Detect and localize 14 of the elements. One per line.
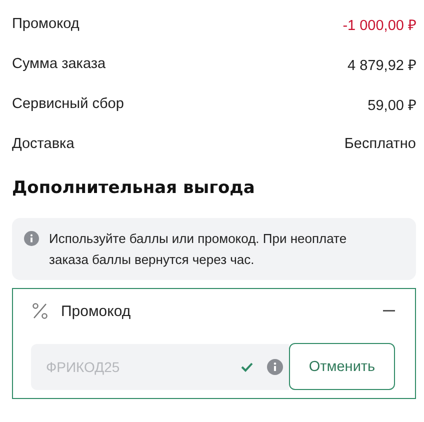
summary-label: Доставка xyxy=(12,136,74,152)
summary-label: Промокод xyxy=(12,16,80,32)
info-icon xyxy=(267,358,283,374)
summary-value: Бесплатно xyxy=(344,136,416,152)
summary-label: Сумма заказа xyxy=(12,56,106,72)
percent-icon xyxy=(31,302,49,320)
promo-title: Промокод xyxy=(61,302,132,320)
info-icon xyxy=(24,231,39,246)
summary-value: 59,00 ₽ xyxy=(368,97,416,114)
summary-label: Сервисный сбор xyxy=(12,96,124,112)
summary-value: -1 000,00 ₽ xyxy=(342,17,416,34)
notice-text: Используйте баллы или промокод. При неоплате заказа баллы вернутся через час. xyxy=(49,230,348,269)
summary-value: 4 879,92 ₽ xyxy=(348,57,416,74)
section-title: Дополнительная выгода xyxy=(12,178,256,198)
